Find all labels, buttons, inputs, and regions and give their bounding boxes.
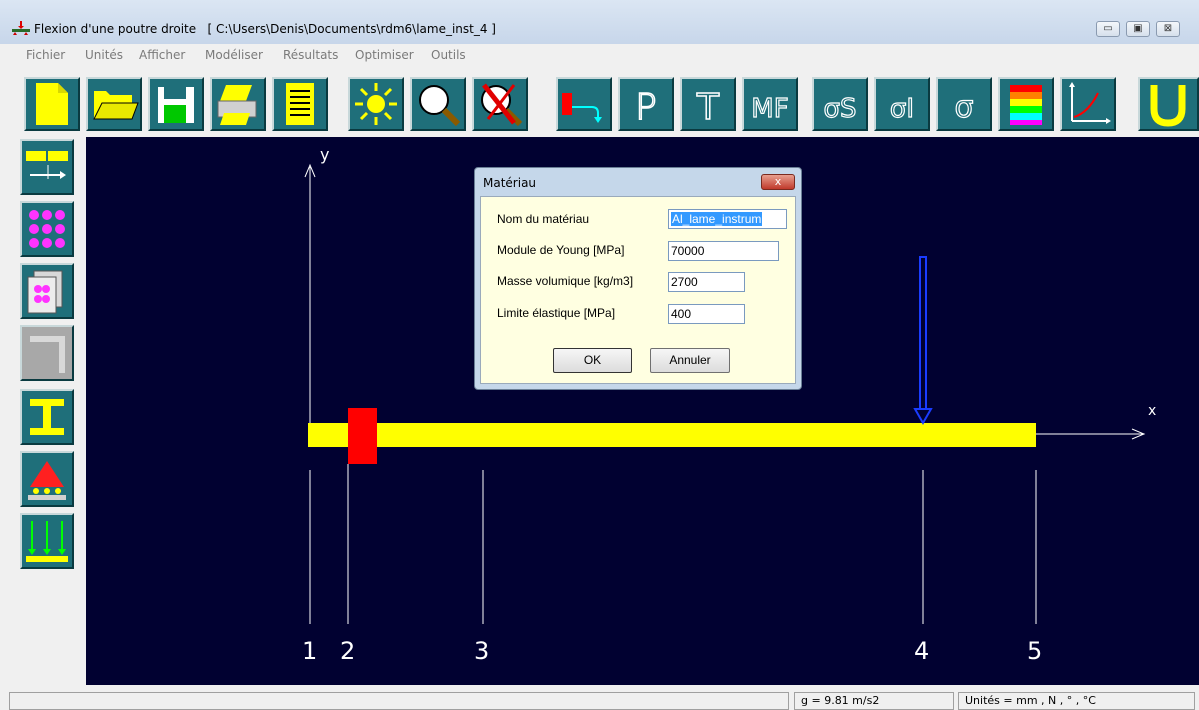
nodes-icon: [29, 210, 65, 248]
maximize-button[interactable]: ▣: [1126, 21, 1150, 37]
new-file-button[interactable]: [24, 77, 80, 131]
open-button[interactable]: [86, 77, 142, 131]
young-modulus-label: Module de Young [MPa]: [497, 243, 625, 257]
menu-modeliser[interactable]: Modéliser: [205, 48, 263, 62]
open-folder-icon: [93, 91, 139, 120]
save-button[interactable]: [148, 77, 204, 131]
node-label-1: 1: [302, 637, 318, 665]
status-message-box: [9, 692, 789, 710]
density-label: Masse volumique [kg/m3]: [497, 274, 634, 288]
units-status: Unités = mm , N , ° , °C: [958, 692, 1195, 710]
geometry-button[interactable]: [20, 139, 74, 195]
sigma-s-icon: σS: [823, 93, 857, 124]
menu-resultats[interactable]: Résultats: [283, 48, 338, 62]
gravity-status: g = 9.81 m/s2: [794, 692, 954, 710]
geometry-icon: [26, 151, 68, 179]
mf-icon: MF: [751, 93, 790, 124]
ok-button[interactable]: OK: [553, 348, 632, 373]
cancel-zoom-button[interactable]: [472, 77, 528, 131]
sigma-button[interactable]: σ: [936, 77, 992, 131]
color-scale-icon: [1010, 85, 1042, 125]
sigma-i-icon: σI: [889, 93, 914, 124]
light-icon: [355, 83, 397, 125]
i-beam-icon: [30, 399, 64, 435]
svg-text:σ: σ: [954, 90, 973, 125]
menu-unites[interactable]: Unités: [85, 48, 123, 62]
t-button[interactable]: T: [680, 77, 736, 131]
distributed-load-icon: [26, 521, 68, 562]
dialog-body: Nom du matériau Al_lame_instrum Module d…: [480, 196, 796, 384]
menu-afficher[interactable]: Afficher: [139, 48, 185, 62]
notes-button[interactable]: [272, 77, 328, 131]
support-button[interactable]: [20, 451, 74, 507]
sigma-icon: σ: [954, 89, 974, 125]
section-button[interactable]: [20, 263, 74, 319]
svg-text:P: P: [635, 87, 657, 128]
color-scale-button[interactable]: [998, 77, 1054, 131]
menu-fichier[interactable]: Fichier: [26, 48, 65, 62]
print-button[interactable]: [210, 77, 266, 131]
material-name-value: Al_lame_instrum: [671, 212, 763, 226]
curve-button[interactable]: [1060, 77, 1116, 131]
x-axis-label: x: [1148, 403, 1157, 419]
y-axis-label: y: [320, 145, 330, 164]
material-name-field[interactable]: Al_lame_instrum: [668, 209, 787, 229]
svg-text:T: T: [696, 87, 720, 128]
node-label-2: 2: [340, 637, 356, 665]
menu-outils[interactable]: Outils: [431, 48, 466, 62]
dialog-title: Matériau: [483, 176, 537, 190]
sigma-i-button[interactable]: σI: [874, 77, 930, 131]
u-icon: [1150, 85, 1186, 127]
curve-icon: [1069, 82, 1111, 124]
menu-bar: Fichier Unités Afficher Modéliser Résult…: [0, 44, 1199, 66]
density-field[interactable]: 2700: [668, 272, 745, 292]
load-arrow-shaft: [919, 256, 927, 410]
yield-strength-field[interactable]: 400: [668, 304, 745, 324]
save-disk-icon: [158, 87, 194, 123]
dialog-close-button[interactable]: x: [761, 174, 795, 190]
disabled-icon: [30, 336, 65, 373]
app-icon: [12, 21, 30, 35]
light-button[interactable]: [348, 77, 404, 131]
svg-text:σS: σS: [824, 94, 857, 124]
menu-optimiser[interactable]: Optimiser: [355, 48, 414, 62]
load-arrow-icon: [562, 93, 602, 123]
notes-icon: [286, 83, 314, 125]
node-label-4: 4: [914, 637, 930, 665]
support-icon: [28, 461, 66, 500]
node-label-5: 5: [1027, 637, 1043, 665]
minimize-button[interactable]: ▭: [1096, 21, 1120, 37]
cancel-zoom-icon: [481, 83, 523, 127]
sigma-s-button[interactable]: σS: [812, 77, 868, 131]
disabled-button[interactable]: [20, 325, 74, 381]
young-modulus-field[interactable]: 70000: [668, 241, 779, 261]
mf-button[interactable]: MF: [742, 77, 798, 131]
material-dialog: Matériau x Nom du matériau Al_lame_instr…: [474, 167, 802, 390]
p-icon: P: [634, 86, 657, 129]
cancel-button[interactable]: Annuler: [650, 348, 730, 373]
zoom-icon: [419, 85, 461, 127]
beam: [308, 423, 1036, 447]
svg-text:σI: σI: [890, 94, 914, 124]
close-button[interactable]: ⊠: [1156, 21, 1180, 37]
nodes-button[interactable]: [20, 201, 74, 257]
yield-strength-label: Limite élastique [MPa]: [497, 306, 616, 320]
t-icon: T: [695, 86, 721, 129]
distributed-load-button[interactable]: [20, 513, 74, 569]
section-icon: [27, 270, 63, 314]
new-file-icon: [36, 83, 68, 125]
u-button[interactable]: [1138, 77, 1199, 131]
print-icon: [217, 85, 257, 125]
node-label-3: 3: [474, 637, 490, 665]
i-beam-button[interactable]: [20, 389, 74, 445]
p-button[interactable]: P: [618, 77, 674, 131]
zoom-button[interactable]: [410, 77, 466, 131]
load-arrow-head: [913, 408, 933, 426]
support-block: [348, 408, 377, 464]
load-button[interactable]: [556, 77, 612, 131]
title-bar: Flexion d'une poutre droite [ C:\Users\D…: [0, 0, 1199, 44]
window-title: Flexion d'une poutre droite [ C:\Users\D…: [34, 22, 496, 36]
material-name-label: Nom du matériau: [497, 212, 590, 226]
svg-text:MF: MF: [751, 94, 788, 124]
